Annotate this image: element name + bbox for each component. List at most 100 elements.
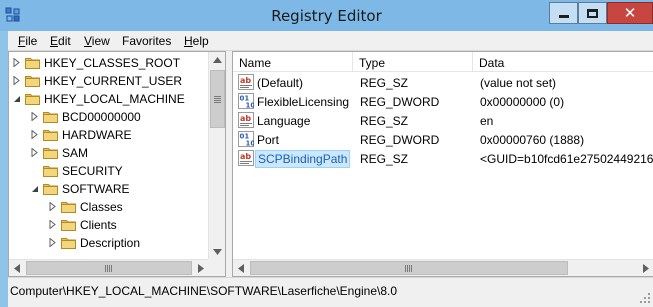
folder-icon — [61, 236, 76, 249]
close-button[interactable]: ✕ — [607, 2, 653, 24]
tree-node-description[interactable]: Description — [9, 234, 209, 252]
collapsed-triangle-icon[interactable] — [31, 130, 39, 139]
expanded-triangle-icon[interactable] — [31, 184, 39, 193]
folder-icon — [25, 92, 40, 105]
tree-node-label: SOFTWARE — [62, 182, 130, 196]
scrollbar-corner — [208, 259, 225, 276]
scroll-left-arrow-icon[interactable] — [233, 260, 249, 276]
list-header: Name Type Data — [233, 52, 653, 72]
scroll-right-arrow-icon[interactable] — [638, 260, 653, 276]
tree-node-label: SAM — [62, 146, 89, 160]
folder-icon — [43, 182, 58, 195]
value-type: REG_DWORD — [360, 133, 440, 147]
value-type: REG_SZ — [360, 76, 409, 90]
tree-vertical-scroll-thumb[interactable] — [210, 70, 225, 128]
folder-icon — [25, 74, 40, 87]
svg-text:ab: ab — [240, 76, 251, 85]
collapsed-triangle-icon[interactable] — [49, 238, 57, 247]
value-type: REG_SZ — [360, 114, 409, 128]
title-bar[interactable]: Registry Editor ✕ — [0, 0, 653, 31]
values-horizontal-scrollbar[interactable] — [233, 259, 653, 276]
menu-view[interactable]: View — [84, 34, 110, 48]
tree-node-label: HARDWARE — [62, 128, 132, 142]
close-icon: ✕ — [623, 3, 637, 22]
registry-editor-window: Registry Editor ✕ File Edit View Favorit… — [0, 0, 653, 307]
minimize-button[interactable] — [549, 2, 578, 24]
maximize-button[interactable] — [578, 2, 607, 24]
maximize-icon — [587, 8, 598, 18]
scroll-up-arrow-icon[interactable] — [209, 52, 225, 68]
tree-node-classes[interactable]: Classes — [9, 198, 209, 216]
svg-text:10: 10 — [246, 140, 255, 148]
value-row-scpbindingpath[interactable]: ab SCPBindingPath REG_SZ <GUID=b10fcd61e275… — [233, 149, 653, 168]
status-bar: Computer\HKEY_LOCAL_MACHINE\SOFTWARE\Las… — [8, 277, 653, 307]
tree-node-clients[interactable]: Clients — [9, 216, 209, 234]
values-horizontal-scroll-thumb[interactable] — [250, 261, 568, 275]
scroll-down-arrow-icon[interactable] — [209, 244, 225, 260]
tree-node-label: Classes — [80, 200, 123, 214]
column-header-name[interactable]: Name — [233, 52, 353, 72]
tree-node-bcd00000000[interactable]: BCD00000000 — [9, 108, 209, 126]
value-name: (Default) — [257, 76, 304, 90]
tree-node-label: Clients — [80, 218, 117, 232]
menu-favorites[interactable]: Favorites — [122, 34, 171, 48]
folder-icon — [43, 110, 58, 123]
tree-node-hardware[interactable]: HARDWARE — [9, 126, 209, 144]
collapsed-triangle-icon[interactable] — [49, 220, 57, 229]
current-key-path: Computer\HKEY_LOCAL_MACHINE\SOFTWARE\Las… — [10, 284, 398, 298]
svg-text:10: 10 — [246, 102, 255, 110]
tree-node-sam[interactable]: SAM — [9, 144, 209, 162]
registry-key-tree[interactable]: HKEY_CLASSES_ROOT HKEY_CURRENT_USER HKEY_L… — [8, 51, 226, 277]
tree-node-label: Description — [80, 236, 141, 250]
tree-node-hkey-local-machine[interactable]: HKEY_LOCAL_MACHINE — [9, 90, 209, 108]
tree-horizontal-scroll-thumb[interactable] — [26, 261, 192, 275]
menu-file[interactable]: File — [18, 34, 37, 48]
menu-bar: File Edit View Favorites Help — [8, 31, 653, 51]
value-data: 0x00000000 (0) — [480, 95, 565, 109]
column-header-type[interactable]: Type — [353, 52, 473, 72]
collapsed-triangle-icon[interactable] — [49, 202, 57, 211]
collapsed-triangle-icon[interactable] — [31, 148, 39, 157]
binary-value-icon: 0110 — [238, 93, 255, 110]
tree-node-label: BCD00000000 — [62, 110, 141, 124]
menu-help[interactable]: Help — [184, 34, 209, 48]
resize-grip-icon[interactable] — [639, 292, 651, 304]
tree-node-security[interactable]: SECURITY — [9, 162, 209, 180]
expanded-triangle-icon[interactable] — [13, 94, 21, 103]
value-data: (value not set) — [480, 76, 557, 90]
value-name: Language — [257, 114, 311, 128]
tree-node-label: SECURITY — [62, 164, 123, 178]
value-row-port[interactable]: 0110Port REG_DWORD 0x00000760 (1888) — [233, 130, 653, 149]
string-value-icon: ab — [238, 150, 254, 166]
folder-icon — [43, 128, 58, 141]
folder-icon — [25, 56, 40, 69]
collapsed-triangle-icon[interactable] — [13, 76, 21, 85]
value-data: en — [480, 114, 494, 128]
scroll-left-arrow-icon[interactable] — [9, 260, 25, 276]
scroll-right-arrow-icon[interactable] — [193, 260, 209, 276]
registry-values-list[interactable]: Name Type Data ab (Default) REG_SZ (value n… — [232, 51, 653, 277]
string-value-icon: ab — [238, 112, 254, 128]
svg-text:ab: ab — [240, 114, 251, 123]
collapsed-triangle-icon[interactable] — [13, 58, 21, 67]
tree-node-hkey-current-user[interactable]: HKEY_CURRENT_USER — [9, 72, 209, 90]
value-row-language[interactable]: ab Language REG_SZ en — [233, 111, 653, 130]
value-type: REG_DWORD — [360, 95, 440, 109]
value-row-flexiblelicensing[interactable]: 0110FlexibleLicensing REG_DWORD 0x00000000… — [233, 92, 653, 111]
collapsed-triangle-icon[interactable] — [31, 112, 39, 121]
tree-node-software[interactable]: SOFTWARE — [9, 180, 209, 198]
tree-horizontal-scrollbar[interactable] — [9, 259, 209, 276]
value-data: <GUID=b10fcd61e27502449216 — [480, 152, 653, 166]
tree-vertical-scrollbar[interactable] — [208, 52, 225, 260]
tree-node-hkey-classes-root[interactable]: HKEY_CLASSES_ROOT — [9, 54, 209, 72]
tree-node-label: HKEY_CLASSES_ROOT — [44, 56, 181, 70]
tree-node-label: HKEY_LOCAL_MACHINE — [44, 92, 185, 106]
tree-node-label: HKEY_CURRENT_USER — [44, 74, 183, 88]
column-header-data[interactable]: Data — [473, 52, 653, 72]
menu-edit[interactable]: Edit — [50, 34, 71, 48]
value-name: FlexibleLicensing — [257, 95, 350, 109]
string-value-icon: ab — [238, 74, 254, 90]
value-row-default[interactable]: ab (Default) REG_SZ (value not set) — [233, 73, 653, 92]
value-data: 0x00000760 (1888) — [480, 133, 585, 147]
folder-icon — [43, 164, 58, 177]
